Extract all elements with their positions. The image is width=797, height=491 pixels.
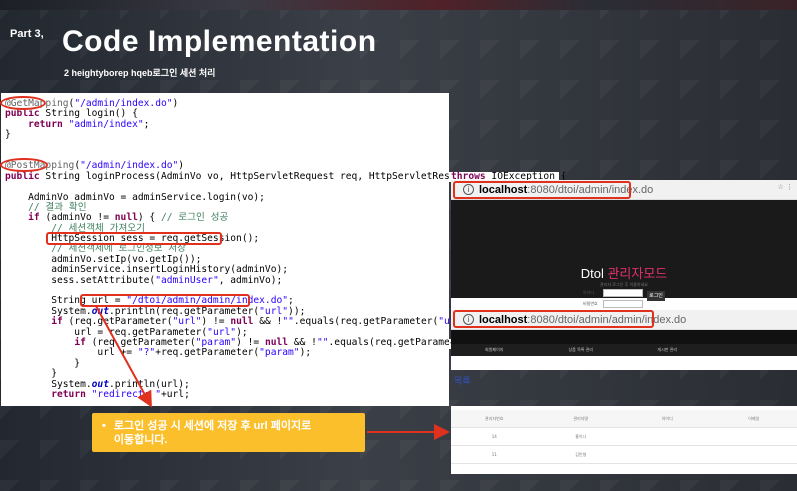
annotation-arrows [95, 305, 450, 440]
arrow-to-callout [95, 305, 152, 408]
